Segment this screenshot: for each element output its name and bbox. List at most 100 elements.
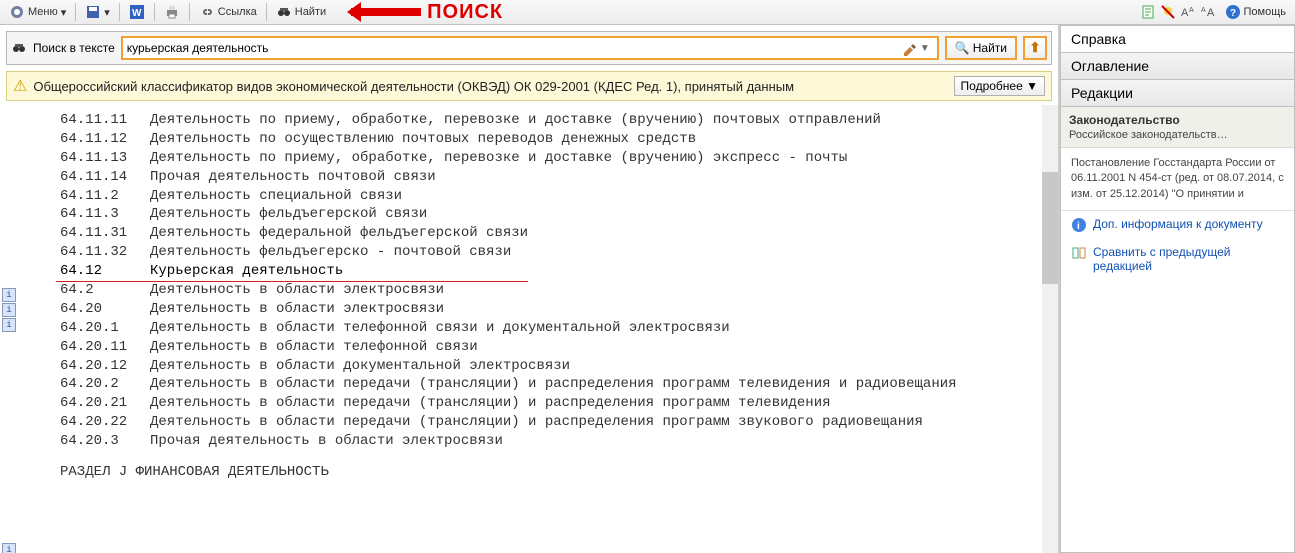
font-decrease-icon[interactable]: AA [1200,4,1216,20]
doc-row: 64.11.2Деятельность специальной связи [20,187,1048,206]
right-sidebar: Справка Оглавление Редакции Законодатель… [1060,25,1295,553]
info-marker-icon[interactable]: i [2,543,16,553]
dropdown-caret-icon: ▾ [104,6,110,19]
doc-code: 64.11.2 [60,187,150,206]
save-button[interactable]: ▾ [80,2,115,22]
find-label: Найти [295,6,326,18]
help-button[interactable]: ? Помощь [1220,2,1292,22]
info-icon: i [1071,217,1087,233]
menu-icon [9,4,25,20]
doc-code: 64.20.12 [60,357,150,376]
separator [119,3,120,21]
doc-desc: Прочая деятельность почтовой связи [150,168,1048,187]
link-dop-info-label: Доп. информация к документу [1093,217,1263,231]
doc-row: 64.20.21Деятельность в области передачи … [20,394,1048,413]
binoculars-icon [11,40,27,56]
separator [266,3,267,21]
search-dropdown-icon[interactable]: ▼ [917,43,933,54]
doc-desc: Деятельность в области передачи (трансля… [150,375,1048,394]
link-compare[interactable]: Сравнить с предыдущей редакцией [1061,239,1294,279]
binoculars-icon [276,4,292,20]
no-lamp-icon[interactable] [1160,4,1176,20]
link-label: Ссылка [218,6,257,18]
info-marker-icon[interactable]: i [2,318,16,332]
menu-button[interactable]: Меню ▾ [4,2,71,22]
doc-row: 64.2Деятельность в области электросвязи [20,281,1048,300]
doc-row: 64.20.22Деятельность в области передачи … [20,413,1048,432]
doc-desc: Деятельность в области телефонной связи … [150,319,1048,338]
doc-row: 64.11.13Деятельность по приему, обработк… [20,149,1048,168]
doc-row: 64.12Курьерская деятельность [20,262,1048,281]
word-icon: W [129,4,145,20]
word-button[interactable]: W [124,2,150,22]
warning-banner: ⚠ Общероссийский классификатор видов эко… [6,71,1052,101]
doc-code: 64.20.3 [60,432,150,451]
help-label: Помощь [1244,6,1287,18]
doc-row: 64.20Деятельность в области электросвязи [20,300,1048,319]
doc-desc: Деятельность федеральной фельдъегерской … [150,224,1048,243]
link-icon [199,4,215,20]
find-button[interactable]: Найти [271,2,331,22]
doc-row: 64.11.11Деятельность по приему, обработк… [20,111,1048,130]
doc-code: 64.20.22 [60,413,150,432]
scroll-thumb[interactable] [1042,172,1058,284]
doc-icon[interactable] [1140,4,1156,20]
svg-text:A: A [1189,7,1194,14]
doc-row: 64.11.32Деятельность фельдъегерско - поч… [20,243,1048,262]
doc-code: 64.11.32 [60,243,150,262]
doc-row: 64.20.3Прочая деятельность в области эле… [20,432,1048,451]
link-dop-info[interactable]: i Доп. информация к документу [1061,211,1294,239]
document-body[interactable]: 64.11.11Деятельность по приему, обработк… [0,105,1058,553]
search-in-text-bar: Поиск в тексте ▼ 🔍 Найти ⬆ [6,31,1052,65]
doc-desc: Деятельность в области передачи (трансля… [150,413,1048,432]
doc-desc: Деятельность фельдъегерской связи [150,205,1048,224]
separator [154,3,155,21]
doc-row: 64.20.1Деятельность в области телефонной… [20,319,1048,338]
banner-more-button[interactable]: Подробнее ▼ [954,76,1045,96]
doc-row: 64.11.14Прочая деятельность почтовой свя… [20,168,1048,187]
doc-code: 64.11.14 [60,168,150,187]
doc-row: 64.20.2Деятельность в области передачи (… [20,375,1048,394]
info-marker-icon[interactable]: i [2,288,16,302]
doc-desc: Деятельность по приему, обработке, перев… [150,149,1048,168]
tab-spravka[interactable]: Справка [1060,25,1295,52]
doc-row: 64.20.12Деятельность в области документа… [20,357,1048,376]
print-icon [164,4,180,20]
doc-desc: Деятельность фельдъегерско - почтовой св… [150,243,1048,262]
help-icon: ? [1225,4,1241,20]
search-label: Поиск в тексте [33,41,115,55]
info-marker-icon[interactable]: i [2,303,16,317]
separator [189,3,190,21]
annotation-arrow: ПОИСК [351,1,503,24]
scrollbar[interactable] [1042,105,1058,553]
doc-desc: Деятельность в области электросвязи [150,300,1048,319]
save-icon [85,4,101,20]
svg-text:A: A [1181,7,1189,19]
doc-code: 64.20.11 [60,338,150,357]
search-input[interactable] [127,41,901,55]
doc-note: Постановление Госстандарта России от 06.… [1061,148,1294,211]
svg-text:A: A [1207,7,1215,19]
svg-text:i: i [1077,221,1080,232]
search-up-button[interactable]: ⬆ [1023,36,1047,60]
link-compare-label: Сравнить с предыдущей редакцией [1093,245,1284,273]
font-increase-icon[interactable]: AA [1180,4,1196,20]
clear-icon[interactable] [901,40,917,56]
doc-desc: Деятельность по осуществлению почтовых п… [150,130,1048,149]
search-find-button[interactable]: 🔍 Найти [945,36,1017,60]
doc-row: 64.20.11Деятельность в области телефонно… [20,338,1048,357]
warning-icon: ⚠ [13,76,27,96]
print-button[interactable] [159,2,185,22]
magnifier-icon: 🔍 [955,41,970,55]
law-block[interactable]: Законодательство Российское законодатель… [1061,107,1294,148]
search-find-label: Найти [973,41,1007,55]
tab-oglavlenie[interactable]: Оглавление [1060,52,1295,79]
law-title: Законодательство [1069,113,1286,127]
tab-redaktsii[interactable]: Редакции [1060,79,1295,106]
banner-text: Общероссийский классификатор видов эконо… [33,79,947,94]
doc-code: 64.11.12 [60,130,150,149]
menu-label: Меню [28,6,58,18]
doc-code: 64.20.21 [60,394,150,413]
doc-code: 64.11.31 [60,224,150,243]
link-button[interactable]: Ссылка [194,2,262,22]
